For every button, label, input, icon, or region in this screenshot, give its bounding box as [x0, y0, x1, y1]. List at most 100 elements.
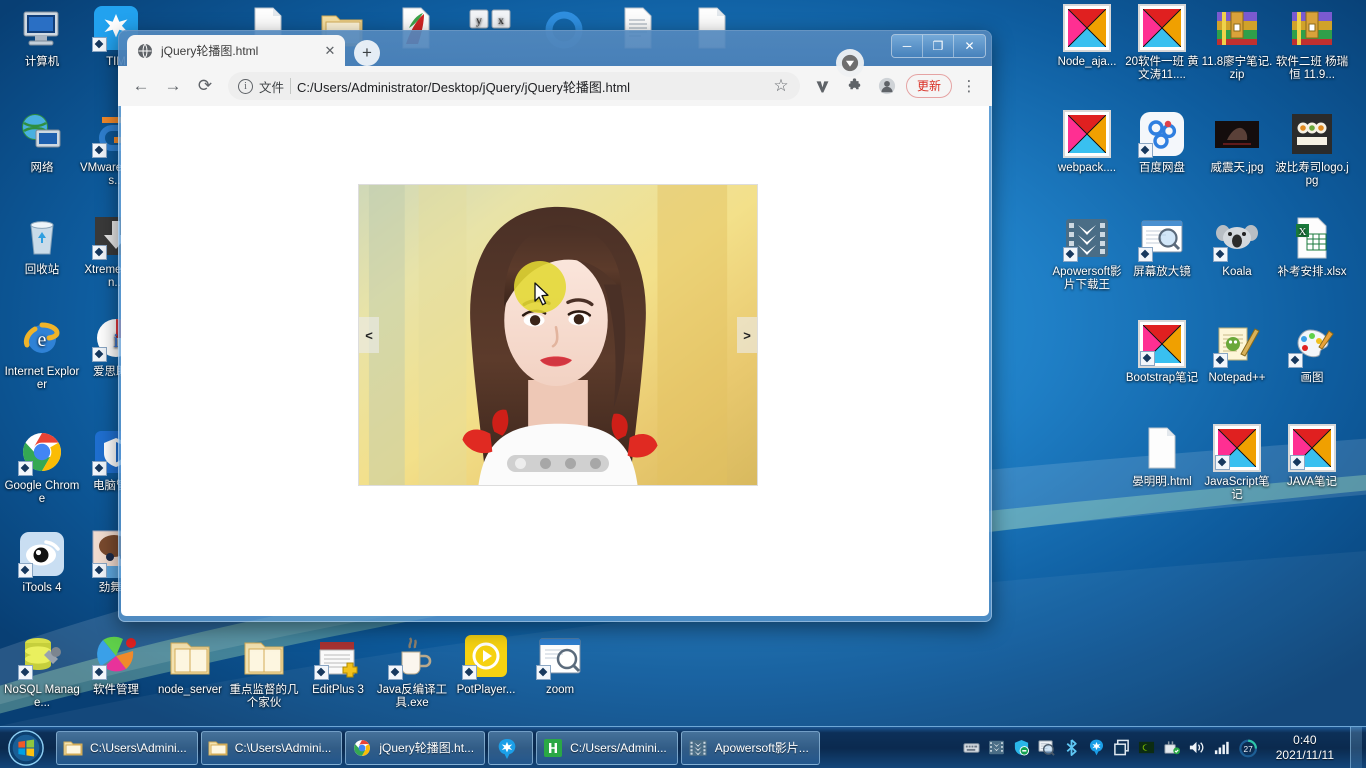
desktop-icon-apowersoft[interactable]: Apowersoft影片下载王: [1049, 214, 1125, 292]
desktop-icon-zoom[interactable]: zoom: [522, 632, 598, 697]
desktop-icon-software-manager[interactable]: 软件管理: [78, 632, 154, 697]
page-info-icon[interactable]: i: [238, 78, 253, 94]
keyboard-layout-icon[interactable]: [963, 739, 980, 756]
desktop-icon-nosql-manager[interactable]: NoSQL Manage...: [4, 632, 80, 710]
close-button[interactable]: ✕: [954, 35, 985, 57]
desktop-icon-label: JavaScript笔记: [1204, 476, 1270, 501]
desktop-icon-huangwentao[interactable]: 20软件一班 黄文涛11....: [1124, 4, 1200, 82]
network-signal-icon[interactable]: [1213, 739, 1230, 756]
safely-remove-hardware-icon[interactable]: [1163, 739, 1180, 756]
carousel-dot[interactable]: [540, 458, 551, 469]
temperature-icon[interactable]: 27: [1238, 739, 1262, 758]
desktop-icon-label: 画图: [1300, 372, 1324, 384]
profile-badge-icon[interactable]: [836, 49, 864, 77]
carousel-dots[interactable]: [507, 455, 609, 472]
taskbar-item-tim[interactable]: [488, 730, 534, 765]
browser-tab[interactable]: jQuery轮播图.html ✕: [127, 35, 345, 66]
desktop-icon-bobi-sushi-logo[interactable]: 波比寿司logo.jpg: [1274, 110, 1350, 188]
back-button[interactable]: ←: [126, 71, 156, 101]
forward-button[interactable]: →: [158, 71, 188, 101]
desktop-icon-koala[interactable]: Koala: [1199, 214, 1275, 279]
desktop-icon-liaoning-zip[interactable]: 11.8廖宁笔记.zip: [1199, 4, 1275, 82]
start-button[interactable]: [2, 729, 50, 767]
desktop-icon-yanmingming-html[interactable]: 晏明明.html: [1124, 424, 1200, 489]
show-desktop-button[interactable]: [1350, 727, 1362, 768]
address-bar[interactable]: i 文件 C:/Users/Administrator/Desktop/jQue…: [228, 72, 800, 100]
desktop-icon-yangruiheng-zip[interactable]: 软件二班 杨瑞恒 11.9...: [1274, 4, 1350, 82]
desktop-icon-java-notes[interactable]: JAVA笔记: [1274, 424, 1350, 489]
desktop-icon-node-server[interactable]: node_server: [152, 632, 228, 697]
shortcut-overlay-icon: [18, 665, 33, 680]
potplayer-icon: [462, 632, 510, 680]
volume-icon[interactable]: [1188, 739, 1205, 756]
recycle-bin-icon: [18, 212, 66, 260]
carousel[interactable]: < >: [358, 184, 758, 486]
carousel-prev-button[interactable]: <: [359, 317, 379, 353]
desktop-icon-bukao-xlsx[interactable]: X 补考安排.xlsx: [1274, 214, 1350, 279]
taskbar-item-explorer-2[interactable]: C:\Users\Admini...: [200, 730, 343, 765]
page-viewport: < >: [121, 106, 989, 616]
desktop-icon-webpack[interactable]: webpack....: [1049, 110, 1125, 175]
desktop-icon-baidu-netdisk[interactable]: 百度网盘: [1124, 110, 1200, 175]
desktop-icon-internet-explorer[interactable]: e Internet Explorer: [4, 314, 80, 392]
profile-avatar-icon[interactable]: [872, 71, 902, 101]
browser-window: jQuery轮播图.html ✕ + ─ ❐ ✕ ← → ⟳ i 文件 C:/U…: [118, 30, 992, 622]
nvidia-icon[interactable]: [1138, 739, 1155, 756]
desktop-icon-javascript-notes[interactable]: JavaScript笔记: [1199, 424, 1275, 502]
carousel-dot[interactable]: [590, 458, 601, 469]
broken-image-icon: [1063, 110, 1111, 158]
desktop-icon-potplayer[interactable]: PotPlayer...: [448, 632, 524, 697]
new-tab-button[interactable]: +: [354, 40, 380, 66]
taskbar-item-label: jQuery轮播图.ht...: [379, 741, 475, 755]
software-manager-icon: [92, 632, 140, 680]
carousel-dot[interactable]: [515, 458, 526, 469]
apowersoft-tray-icon[interactable]: [988, 739, 1005, 756]
desktop-icon-label: 晏明明.html: [1132, 476, 1192, 488]
desktop-icon-itools[interactable]: iTools 4: [4, 530, 80, 595]
desktop-icon-label: JAVA笔记: [1286, 476, 1338, 488]
tim-tray-icon[interactable]: [1088, 739, 1105, 756]
desktop-icon-network[interactable]: 网络: [4, 110, 80, 175]
desktop-icon-label: Bootstrap笔记: [1125, 372, 1199, 384]
minimize-button[interactable]: ─: [892, 35, 923, 57]
desktop-icon-focus-folder[interactable]: 重点监督的几个家伙: [226, 632, 302, 710]
shortcut-overlay-icon: [1063, 247, 1078, 262]
desktop-icon-bootstrap-notes[interactable]: Bootstrap笔记: [1124, 320, 1200, 385]
desktop-icon-label: PotPlayer...: [456, 684, 516, 696]
desktop-icon-java-decompiler[interactable]: Java反编译工具.exe: [374, 632, 450, 710]
carousel-next-button[interactable]: >: [737, 317, 757, 353]
desktop-icon-label: 波比寿司logo.jpg: [1275, 162, 1349, 187]
desktop-icon-node-ajax[interactable]: Node_aja...: [1049, 4, 1125, 69]
computer-icon: [18, 4, 66, 52]
screen-magnifier-tray-icon[interactable]: [1038, 739, 1055, 756]
taskbar-clock[interactable]: 0:40 2021/11/11: [1270, 733, 1342, 763]
folder-icon: [63, 738, 83, 758]
desktop-icon-computer[interactable]: 计算机: [4, 4, 80, 69]
taskbar-item-explorer-1[interactable]: C:\Users\Admini...: [56, 730, 198, 765]
maximize-button[interactable]: ❐: [923, 35, 954, 57]
security-shield-icon[interactable]: [1013, 739, 1030, 756]
window-switch-icon[interactable]: [1113, 739, 1130, 756]
desktop-icon-weizhentian-jpg[interactable]: 威震天.jpg: [1199, 110, 1275, 175]
shortcut-overlay-icon: [92, 245, 107, 260]
desktop-icon-google-chrome[interactable]: Google Chrome: [4, 428, 80, 506]
browser-menu-button[interactable]: ⋮: [954, 71, 984, 101]
bookmark-star-icon[interactable]: ☆: [766, 71, 796, 101]
vimium-extension-icon[interactable]: [808, 71, 838, 101]
svg-text:y: y: [476, 13, 482, 27]
desktop-icon-editplus[interactable]: EditPlus 3: [300, 632, 376, 697]
taskbar-item-apowersoft[interactable]: Apowersoft影片...: [680, 730, 820, 765]
taskbar-item-chrome[interactable]: jQuery轮播图.ht...: [345, 730, 486, 765]
desktop-icon-paint[interactable]: 画图: [1274, 320, 1350, 385]
desktop-icon-screen-magnifier[interactable]: 屏幕放大镜: [1124, 214, 1200, 279]
desktop-icon-recycle-bin[interactable]: 回收站: [4, 212, 80, 277]
carousel-dot[interactable]: [565, 458, 576, 469]
desktop-icon-label: 威震天.jpg: [1210, 162, 1264, 174]
bluetooth-icon[interactable]: [1063, 739, 1080, 756]
shortcut-overlay-icon: [92, 563, 107, 578]
close-icon[interactable]: ✕: [321, 42, 339, 60]
desktop-icon-notepadpp[interactable]: Notepad++: [1199, 320, 1275, 385]
taskbar-item-hbuilder[interactable]: C:/Users/Admini...: [536, 730, 678, 765]
reload-button[interactable]: ⟳: [190, 71, 220, 101]
update-button[interactable]: 更新: [905, 74, 952, 98]
